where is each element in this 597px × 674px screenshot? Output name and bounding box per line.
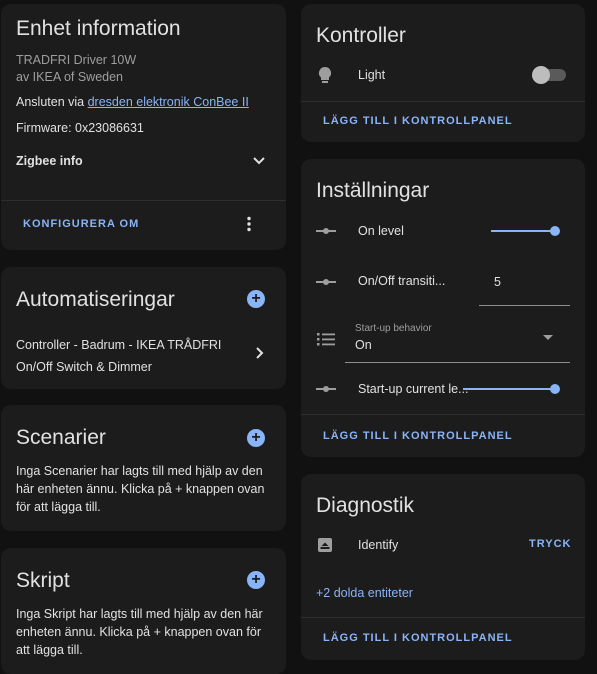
device-model: TRADFRI Driver 10W	[16, 53, 137, 67]
device-info-card: Enhet information TRADFRI Driver 10W av …	[1, 4, 286, 250]
add-scene-button[interactable]: +	[247, 429, 265, 447]
dropdown-arrow-icon	[543, 335, 553, 340]
settings-add-dashboard-button[interactable]: LÄGG TILL I KONTROLLPANEL	[323, 430, 513, 442]
startup-behavior-select[interactable]: Start-up behavior On	[345, 319, 570, 363]
automations-card: Automatiseringar + Controller - Badrum -…	[1, 267, 286, 389]
slider-icon	[316, 279, 336, 285]
device-divider	[1, 200, 286, 201]
slider-icon	[316, 228, 336, 234]
controls-title: Kontroller	[316, 24, 406, 47]
connected-via-link[interactable]: dresden elektronik ConBee II	[88, 95, 249, 109]
scenes-empty-line1: Inga Scenarier har lagts till med hjälp …	[16, 464, 263, 478]
onoff-transition-label: On/Off transiti...	[358, 274, 446, 288]
startup-current-level-slider-thumb[interactable]	[550, 384, 560, 394]
automation-item-line2: On/Off Switch & Dimmer	[16, 360, 152, 374]
scenes-empty-text: Inga Scenarier har lagts till med hjälp …	[16, 462, 264, 516]
on-level-slider-thumb[interactable]	[550, 226, 560, 236]
hidden-entities-link[interactable]: +2 dolda entiteter	[316, 586, 413, 600]
onoff-transition-input[interactable]: 5	[479, 267, 570, 306]
controls-add-dashboard-button[interactable]: LÄGG TILL I KONTROLLPANEL	[323, 115, 513, 127]
list-icon	[317, 333, 335, 346]
more-vert-icon[interactable]	[245, 216, 253, 232]
light-toggle-knob	[532, 66, 550, 84]
light-label: Light	[358, 68, 386, 82]
scripts-empty-line2: enheten ännu. Klicka på + knappen ovan f…	[16, 625, 261, 639]
add-automation-button[interactable]: +	[247, 290, 265, 308]
firmware-label: Firmware: 0x23086631	[16, 121, 144, 135]
chevron-right-icon[interactable]	[254, 346, 264, 360]
identify-label: Identify	[358, 538, 399, 552]
scripts-card: Skript + Inga Skript har lagts till med …	[1, 548, 286, 674]
diagnostics-divider	[301, 617, 585, 618]
connected-via-label: Ansluten via	[16, 95, 85, 109]
startup-current-level-slider[interactable]	[463, 382, 563, 396]
startup-current-level-label: Start-up current le...	[358, 382, 469, 396]
scenes-empty-line2: här enheten ännu. Klicka på + knappen ov…	[16, 482, 265, 496]
on-level-slider-track	[491, 230, 555, 232]
on-level-slider[interactable]	[491, 224, 561, 238]
add-script-button[interactable]: +	[247, 571, 265, 589]
startup-behavior-label: Start-up behavior	[355, 323, 432, 334]
automation-item[interactable]: Controller - Badrum - IKEA TRÅDFRI On/Of…	[16, 334, 221, 378]
light-toggle[interactable]	[532, 66, 566, 84]
controls-card: Kontroller Light LÄGG TILL I KONTROLLPAN…	[301, 4, 585, 142]
automations-title: Automatiseringar	[16, 288, 175, 311]
diagnostics-add-dashboard-button[interactable]: LÄGG TILL I KONTROLLPANEL	[323, 632, 513, 644]
connected-via-row: Ansluten via dresden elektronik ConBee I…	[16, 95, 249, 109]
scripts-empty-line1: Inga Skript har lagts till med hjälp av …	[16, 607, 263, 621]
settings-card: Inställningar On level On/Off transiti..…	[301, 159, 585, 457]
controls-divider	[301, 101, 585, 102]
zigbee-info-toggle[interactable]: Zigbee info	[16, 154, 83, 168]
chevron-down-icon[interactable]	[252, 155, 266, 167]
scripts-empty-text: Inga Skript har lagts till med hjälp av …	[16, 605, 263, 659]
scenes-card: Scenarier + Inga Scenarier har lagts til…	[1, 405, 286, 531]
identify-press-button[interactable]: TRYCK	[529, 538, 571, 550]
scenes-title: Scenarier	[16, 426, 106, 449]
scripts-title: Skript	[16, 569, 70, 592]
diagnostics-card: Diagnostik Identify TRYCK +2 dolda entit…	[301, 474, 585, 660]
device-manufacturer: av IKEA of Sweden	[16, 70, 124, 84]
scripts-empty-line3: att lägga till.	[16, 643, 83, 657]
onoff-transition-value: 5	[494, 275, 501, 289]
device-info-title: Enhet information	[16, 17, 181, 40]
startup-behavior-value: On	[355, 338, 372, 352]
lightbulb-icon	[318, 66, 332, 83]
settings-divider	[301, 414, 585, 415]
scenes-empty-line3: för att lägga till.	[16, 500, 101, 514]
startup-current-level-slider-track	[463, 388, 555, 390]
diagnostics-title: Diagnostik	[316, 494, 415, 517]
slider-icon	[316, 386, 336, 392]
identify-icon	[318, 538, 332, 552]
settings-title: Inställningar	[316, 179, 430, 202]
reconfigure-button[interactable]: KONFIGURERA OM	[23, 218, 139, 230]
on-level-label: On level	[358, 224, 404, 238]
automation-item-line1: Controller - Badrum - IKEA TRÅDFRI	[16, 338, 222, 352]
